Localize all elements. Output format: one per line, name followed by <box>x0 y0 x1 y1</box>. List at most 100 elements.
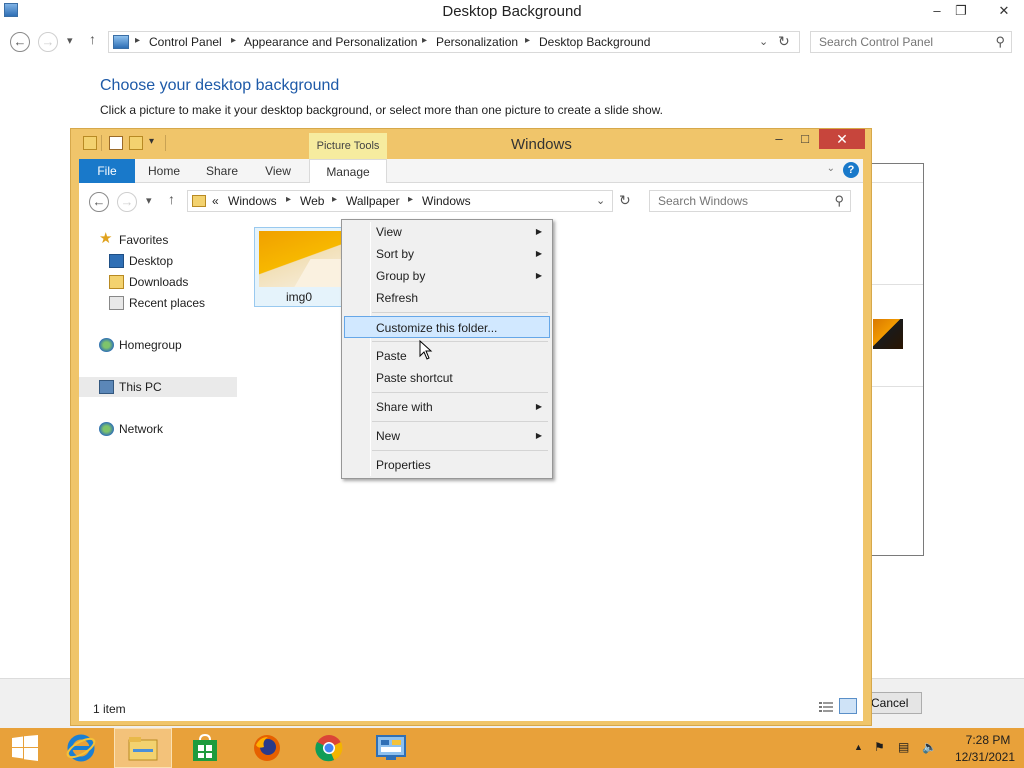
menu-item-paste[interactable]: Paste <box>344 345 550 367</box>
breadcrumb-separator-icon[interactable]: ▸ <box>525 35 530 46</box>
submenu-arrow-icon: ▶ <box>535 249 542 258</box>
desktop-icon <box>109 254 124 268</box>
action-center-flag-icon[interactable]: ⚑ <box>874 740 885 754</box>
tab-share[interactable]: Share <box>197 159 247 183</box>
search-input[interactable] <box>650 191 820 211</box>
taskbar-chrome[interactable] <box>300 728 358 768</box>
large-icons-view-icon[interactable] <box>839 698 857 714</box>
breadcrumb-separator-icon[interactable]: ▸ <box>286 194 291 205</box>
tab-file[interactable]: File <box>79 159 135 183</box>
address-bar[interactable]: « Windows ▸ Web ▸ Wallpaper ▸ Windows ⌄ <box>187 190 613 212</box>
page-description: Click a picture to make it your desktop … <box>100 103 663 117</box>
control-panel-icon <box>113 35 129 49</box>
start-button[interactable] <box>0 728 50 768</box>
breadcrumb-desktop-background[interactable]: Desktop Background <box>539 35 650 49</box>
address-bar[interactable]: ▸ Control Panel ▸ Appearance and Persona… <box>108 31 800 53</box>
address-dropdown-icon[interactable]: ⌄ <box>759 35 768 48</box>
minimize-button[interactable]: – <box>767 129 791 149</box>
search-box[interactable]: ⚲ <box>810 31 1012 53</box>
show-hidden-icons-icon[interactable]: ▲ <box>854 742 863 752</box>
menu-item-view[interactable]: View ▶ <box>344 221 550 243</box>
windows-logo-icon <box>12 735 38 761</box>
menu-item-new[interactable]: New ▶ <box>344 425 550 447</box>
forward-button[interactable]: → <box>117 192 137 212</box>
network-icon <box>99 422 114 436</box>
refresh-icon[interactable]: ↻ <box>619 192 631 209</box>
help-icon[interactable]: ? <box>843 162 859 178</box>
context-menu: View ▶ Sort by ▶ Group by ▶ Refresh Customi… <box>341 219 553 479</box>
up-button[interactable]: ↑ <box>168 191 175 207</box>
taskbar-file-explorer[interactable] <box>114 728 172 768</box>
tab-manage[interactable]: Manage <box>309 159 387 183</box>
taskbar-firefox[interactable] <box>238 728 296 768</box>
file-item[interactable]: img0 <box>254 227 344 307</box>
menu-item-group-by[interactable]: Group by ▶ <box>344 265 550 287</box>
page-title: Choose your desktop background <box>100 77 340 94</box>
breadcrumb-separator-icon[interactable]: ▸ <box>422 35 427 46</box>
menu-item-sort-by[interactable]: Sort by ▶ <box>344 243 550 265</box>
breadcrumb-web[interactable]: Web <box>300 194 324 208</box>
menu-item-share-with[interactable]: Share with ▶ <box>344 396 550 418</box>
maximize-button[interactable]: □ <box>793 129 817 149</box>
recent-locations-dropdown[interactable]: ▾ <box>67 34 73 47</box>
forward-button[interactable]: → <box>38 32 58 52</box>
nav-item-this-pc[interactable]: This PC <box>79 377 237 397</box>
new-folder-icon[interactable] <box>129 136 143 150</box>
search-input[interactable] <box>811 32 981 52</box>
menu-item-refresh[interactable]: Refresh <box>344 287 550 309</box>
recent-locations-dropdown[interactable]: ▾ <box>146 194 152 207</box>
menu-item-customize-folder[interactable]: Customize this folder... <box>344 316 550 338</box>
breadcrumb-control-panel[interactable]: Control Panel <box>149 35 222 49</box>
explorer-titlebar: ▾ Picture Tools Windows – □ ✕ <box>71 129 871 159</box>
customize-qat-icon[interactable]: ▾ <box>149 136 154 147</box>
menu-item-properties[interactable]: Properties <box>344 454 550 476</box>
breadcrumb-separator-icon[interactable]: ▸ <box>231 35 236 46</box>
up-button[interactable]: ↑ <box>89 31 96 47</box>
close-button[interactable]: ✕ <box>819 129 865 149</box>
details-view-icon[interactable] <box>819 701 833 713</box>
image-thumbnail <box>259 231 341 287</box>
breadcrumb-windows[interactable]: Windows <box>228 194 277 208</box>
clock-date[interactable]: 12/31/2021 <box>948 750 1022 764</box>
volume-icon[interactable]: 🔈 <box>922 740 937 754</box>
picture-preview-panel <box>868 163 924 556</box>
refresh-icon[interactable]: ↻ <box>778 33 790 50</box>
taskbar: ▲ ⚑ ▤ 🔈 7:28 PM 12/31/2021 <box>0 728 1024 768</box>
restore-button[interactable]: ❐ <box>946 0 976 22</box>
breadcrumb-overflow[interactable]: « <box>212 194 219 208</box>
chrome-icon <box>315 735 343 762</box>
taskbar-internet-explorer[interactable] <box>52 728 110 768</box>
breadcrumb-appearance[interactable]: Appearance and Personalization <box>244 35 417 49</box>
control-panel-navbar: ← → ▾ ↑ ▸ Control Panel ▸ Appearance and… <box>0 28 1024 56</box>
taskbar-store[interactable] <box>176 728 234 768</box>
properties-icon[interactable] <box>109 136 123 150</box>
back-button[interactable]: ← <box>10 32 30 52</box>
clock-time[interactable]: 7:28 PM <box>958 733 1018 747</box>
ribbon-tabs: File Home Share View Manage ⌄ ? <box>79 159 863 183</box>
breadcrumb-wallpaper[interactable]: Wallpaper <box>346 194 400 208</box>
expand-ribbon-icon[interactable]: ⌄ <box>827 163 835 174</box>
homegroup-icon <box>99 338 114 352</box>
item-count: 1 item <box>93 702 126 716</box>
tab-home[interactable]: Home <box>139 159 189 183</box>
navigation-pane: ★ Favorites Desktop Downloads Recent pla… <box>79 223 239 693</box>
recent-places-icon <box>109 296 124 310</box>
search-box[interactable]: ⚲ <box>649 190 851 212</box>
breadcrumb-personalization[interactable]: Personalization <box>436 35 518 49</box>
wallpaper-thumbnail[interactable] <box>873 319 903 349</box>
breadcrumb-separator-icon[interactable]: ▸ <box>332 194 337 205</box>
breadcrumb-windows-current[interactable]: Windows <box>422 194 471 208</box>
folder-icon <box>192 195 206 207</box>
search-icon[interactable]: ⚲ <box>995 34 1005 50</box>
search-icon[interactable]: ⚲ <box>834 193 844 209</box>
taskbar-control-panel[interactable] <box>362 728 420 768</box>
close-button[interactable]: ✕ <box>984 0 1024 22</box>
breadcrumb-separator-icon[interactable]: ▸ <box>408 194 413 205</box>
back-button[interactable]: ← <box>89 192 109 212</box>
computer-icon <box>99 380 114 394</box>
network-status-icon[interactable]: ▤ <box>898 740 909 754</box>
address-dropdown-icon[interactable]: ⌄ <box>596 194 605 207</box>
store-icon <box>193 734 217 761</box>
tab-view[interactable]: View <box>253 159 303 183</box>
menu-item-paste-shortcut[interactable]: Paste shortcut <box>344 367 550 389</box>
